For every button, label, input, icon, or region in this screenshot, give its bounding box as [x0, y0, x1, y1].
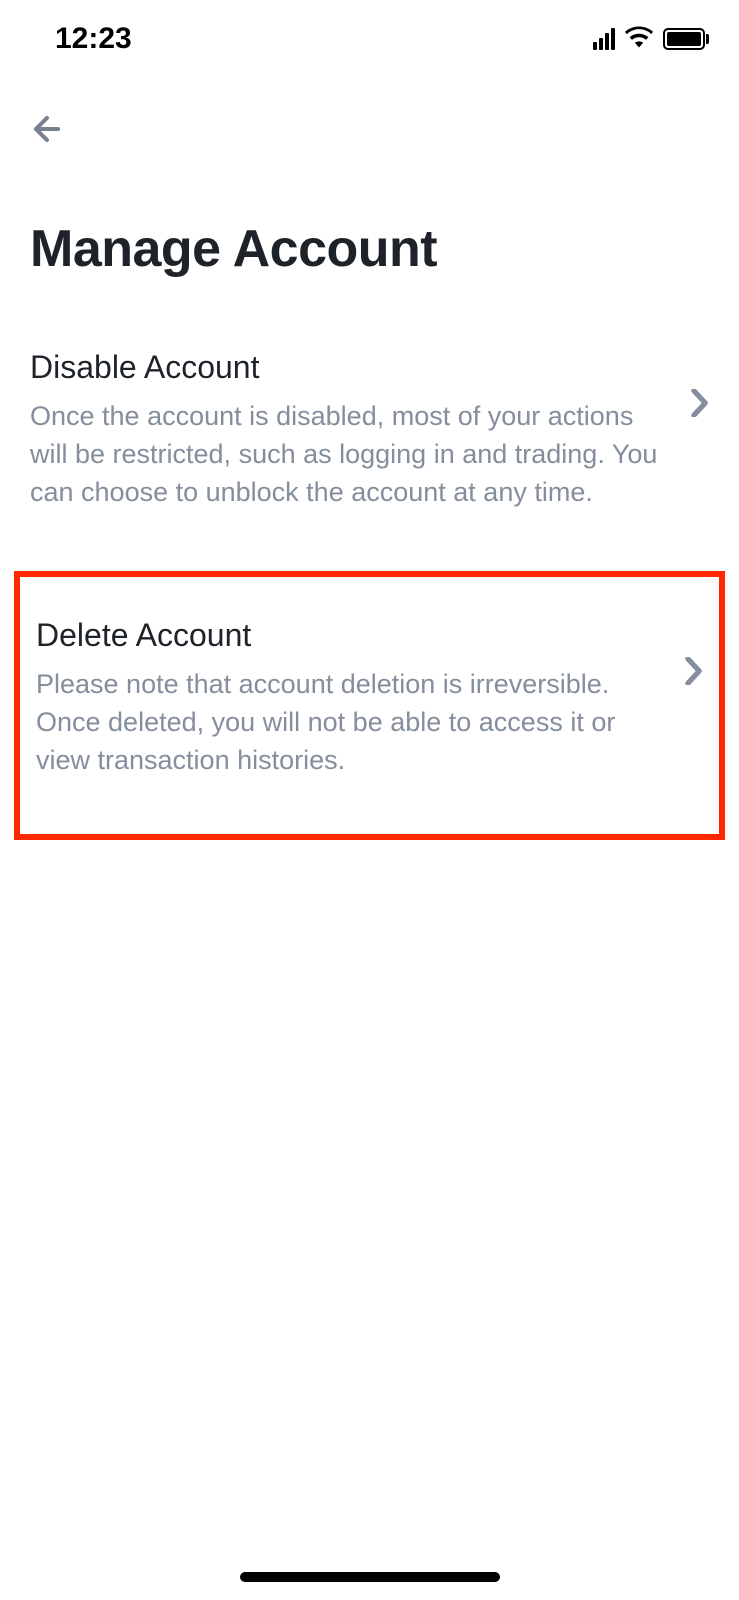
option-title: Delete Account — [36, 617, 665, 654]
battery-icon — [663, 28, 709, 50]
home-indicator[interactable] — [240, 1572, 500, 1582]
wifi-icon — [625, 26, 653, 53]
chevron-right-icon — [691, 349, 709, 422]
back-button[interactable] — [0, 60, 739, 153]
option-description: Once the account is disabled, most of yo… — [30, 398, 671, 511]
disable-account-option[interactable]: Disable Account Once the account is disa… — [0, 329, 739, 541]
delete-account-option[interactable]: Delete Account Please note that account … — [14, 571, 725, 839]
status-bar: 12:23 — [0, 0, 739, 60]
status-indicators — [593, 26, 709, 53]
page-title: Manage Account — [0, 153, 739, 279]
chevron-right-icon — [685, 617, 703, 690]
options-list: Disable Account Once the account is disa… — [0, 279, 739, 840]
cellular-signal-icon — [593, 28, 615, 50]
option-title: Disable Account — [30, 349, 671, 386]
option-description: Please note that account deletion is irr… — [36, 666, 665, 779]
status-time: 12:23 — [55, 22, 132, 56]
